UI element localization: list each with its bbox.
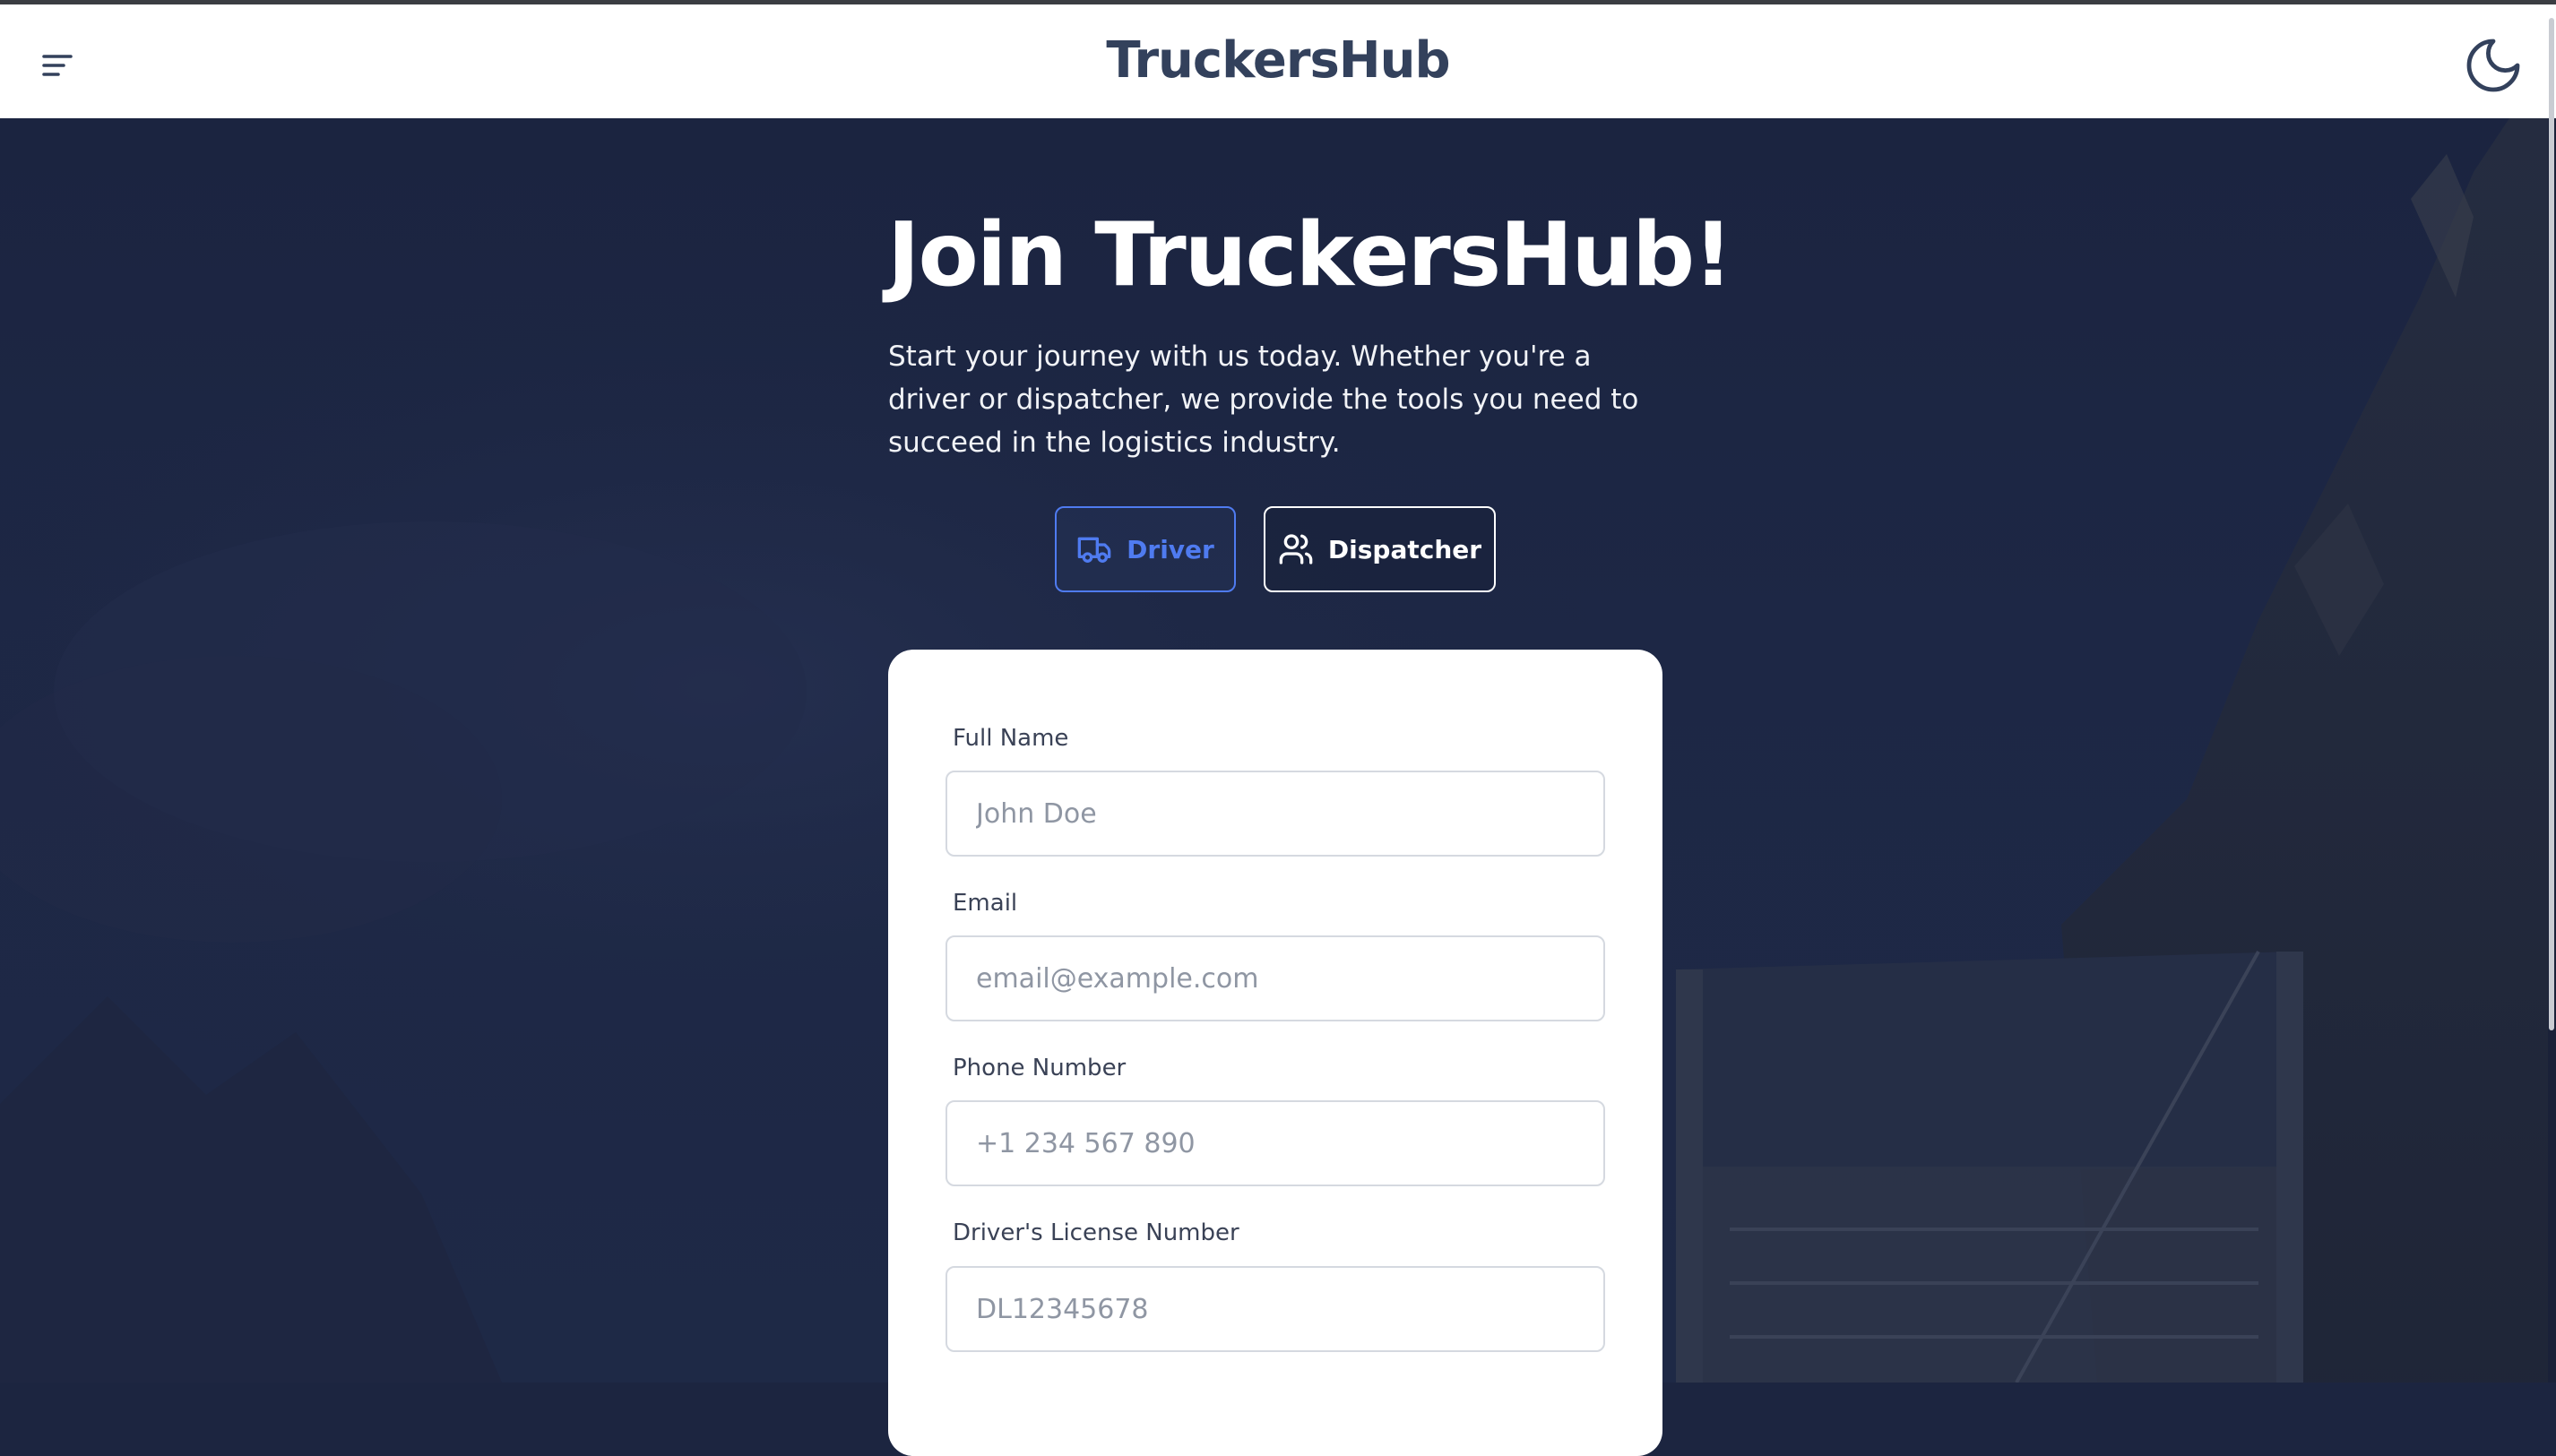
role-driver-button[interactable]: Driver — [1055, 506, 1236, 592]
top-navbar: TruckersHub — [0, 4, 2556, 118]
phone-number-input[interactable] — [946, 1100, 1605, 1186]
page-subtitle: Start your journey with us today. Whethe… — [888, 340, 1639, 459]
email-label: Email — [953, 890, 1018, 917]
brand-link[interactable]: TruckersHub — [1106, 31, 1450, 90]
users-icon — [1279, 534, 1313, 564]
phone-number-label: Phone Number — [953, 1055, 1127, 1081]
role-dispatcher-label: Dispatcher — [1327, 534, 1482, 564]
full-name-label: Full Name — [953, 725, 1069, 752]
truck-icon — [1077, 537, 1111, 563]
brand-title: TruckersHub — [0, 31, 2556, 90]
role-driver-label: Driver — [1127, 534, 1214, 564]
signup-form-card: Full Name Email Phone Number Driver's Li… — [888, 650, 1662, 1456]
role-dispatcher-button[interactable]: Dispatcher — [1264, 506, 1496, 592]
email-input[interactable] — [946, 935, 1605, 1021]
page-scrollbar-thumb[interactable] — [2549, 18, 2554, 1030]
menu-icon — [42, 55, 73, 76]
moon-icon — [2466, 39, 2520, 92]
full-name-input[interactable] — [946, 771, 1605, 857]
theme-toggle-button[interactable] — [2457, 30, 2529, 101]
license-number-input[interactable] — [946, 1266, 1605, 1352]
license-number-label: Driver's License Number — [953, 1219, 1239, 1246]
page-title: Join TruckersHub! — [887, 204, 1733, 306]
menu-button[interactable] — [36, 44, 79, 87]
